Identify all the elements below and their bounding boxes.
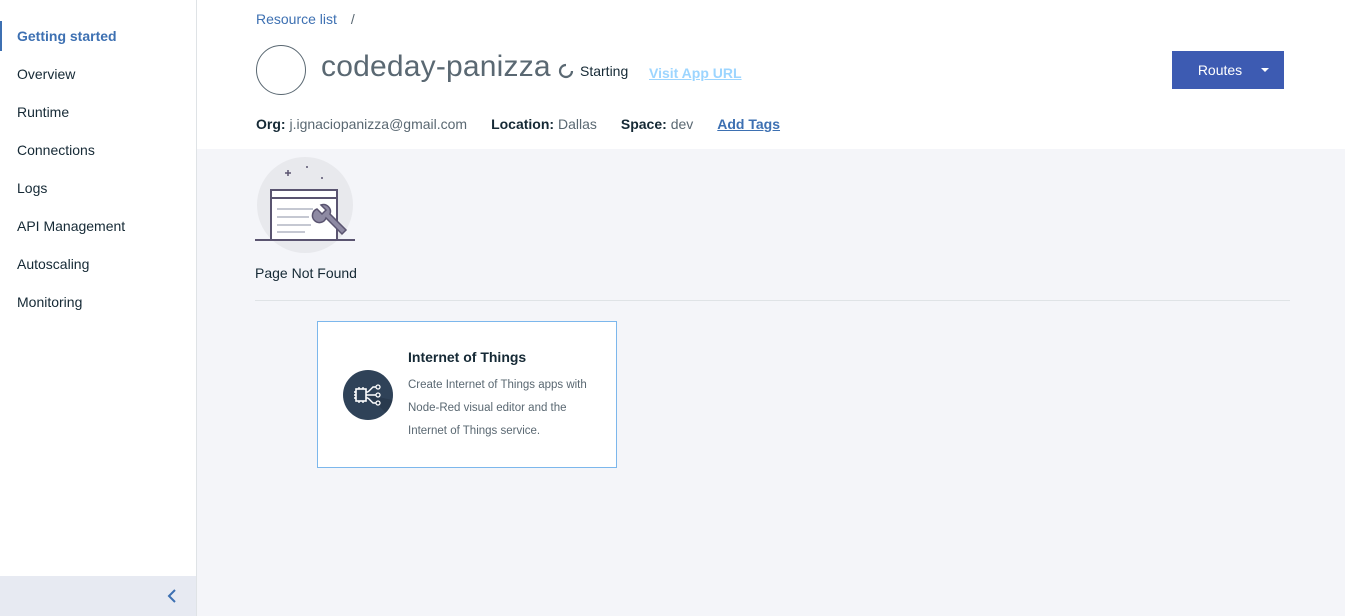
collapse-sidebar-button[interactable] — [162, 586, 182, 606]
caret-down-icon — [1261, 68, 1269, 72]
status-text: Starting — [580, 63, 629, 79]
divider — [255, 300, 1290, 301]
meta-space-label: Space: — [620, 116, 667, 132]
sidebar-item-getting-started[interactable]: Getting started — [0, 17, 196, 55]
sidebar-item-overview[interactable]: Overview — [0, 55, 196, 93]
app-status: Starting — [558, 63, 628, 79]
page-header: Resource list / codeday-panizza Starting … — [197, 0, 1345, 149]
card-title: Internet of Things — [408, 349, 527, 365]
meta-org-label: Org: — [256, 116, 286, 132]
breadcrumb-resource-list[interactable]: Resource list — [256, 11, 337, 27]
card-description: Create Internet of Things apps with Node… — [408, 379, 587, 437]
meta-org: Org: j.ignaciopanizza@gmail.com — [256, 116, 467, 132]
sidebar-item-runtime[interactable]: Runtime — [0, 93, 196, 131]
app-avatar — [256, 45, 306, 95]
routes-button[interactable]: Routes — [1172, 51, 1284, 89]
meta-location-value: Dallas — [557, 116, 597, 132]
page-not-found-illustration-icon — [255, 157, 355, 253]
meta-location-label: Location: — [491, 116, 555, 132]
page-not-found-text: Page Not Found — [255, 265, 357, 281]
page-title: codeday-panizza — [321, 50, 551, 83]
iot-chip-icon — [343, 370, 393, 420]
breadcrumb: Resource list / — [256, 11, 355, 27]
sidebar-item-monitoring[interactable]: Monitoring — [0, 283, 196, 321]
app-meta: Org: j.ignaciopanizza@gmail.com Location… — [256, 116, 780, 132]
sidebar-nav: Getting started Overview Runtime Connect… — [0, 17, 196, 321]
visit-app-url-link[interactable]: Visit App URL — [649, 65, 742, 81]
sidebar-item-connections[interactable]: Connections — [0, 131, 196, 169]
sidebar: Getting started Overview Runtime Connect… — [0, 0, 197, 616]
iot-starter-card[interactable]: Internet of Things Create Internet of Th… — [317, 321, 617, 468]
spinner-icon — [558, 63, 574, 79]
meta-org-value: j.ignaciopanizza@gmail.com — [289, 116, 468, 132]
chevron-left-icon — [167, 589, 176, 603]
breadcrumb-separator: / — [350, 11, 355, 27]
sidebar-item-api-management[interactable]: API Management — [0, 207, 196, 245]
sidebar-footer — [0, 576, 196, 616]
sidebar-item-logs[interactable]: Logs — [0, 169, 196, 207]
add-tags-link[interactable]: Add Tags — [717, 116, 780, 132]
main-content: Page Not Found Internet of Things Create… — [197, 149, 1345, 616]
sidebar-item-autoscaling[interactable]: Autoscaling — [0, 245, 196, 283]
meta-space: Space: dev — [621, 116, 693, 132]
meta-space-value: dev — [670, 116, 694, 132]
meta-location: Location: Dallas — [491, 116, 597, 132]
